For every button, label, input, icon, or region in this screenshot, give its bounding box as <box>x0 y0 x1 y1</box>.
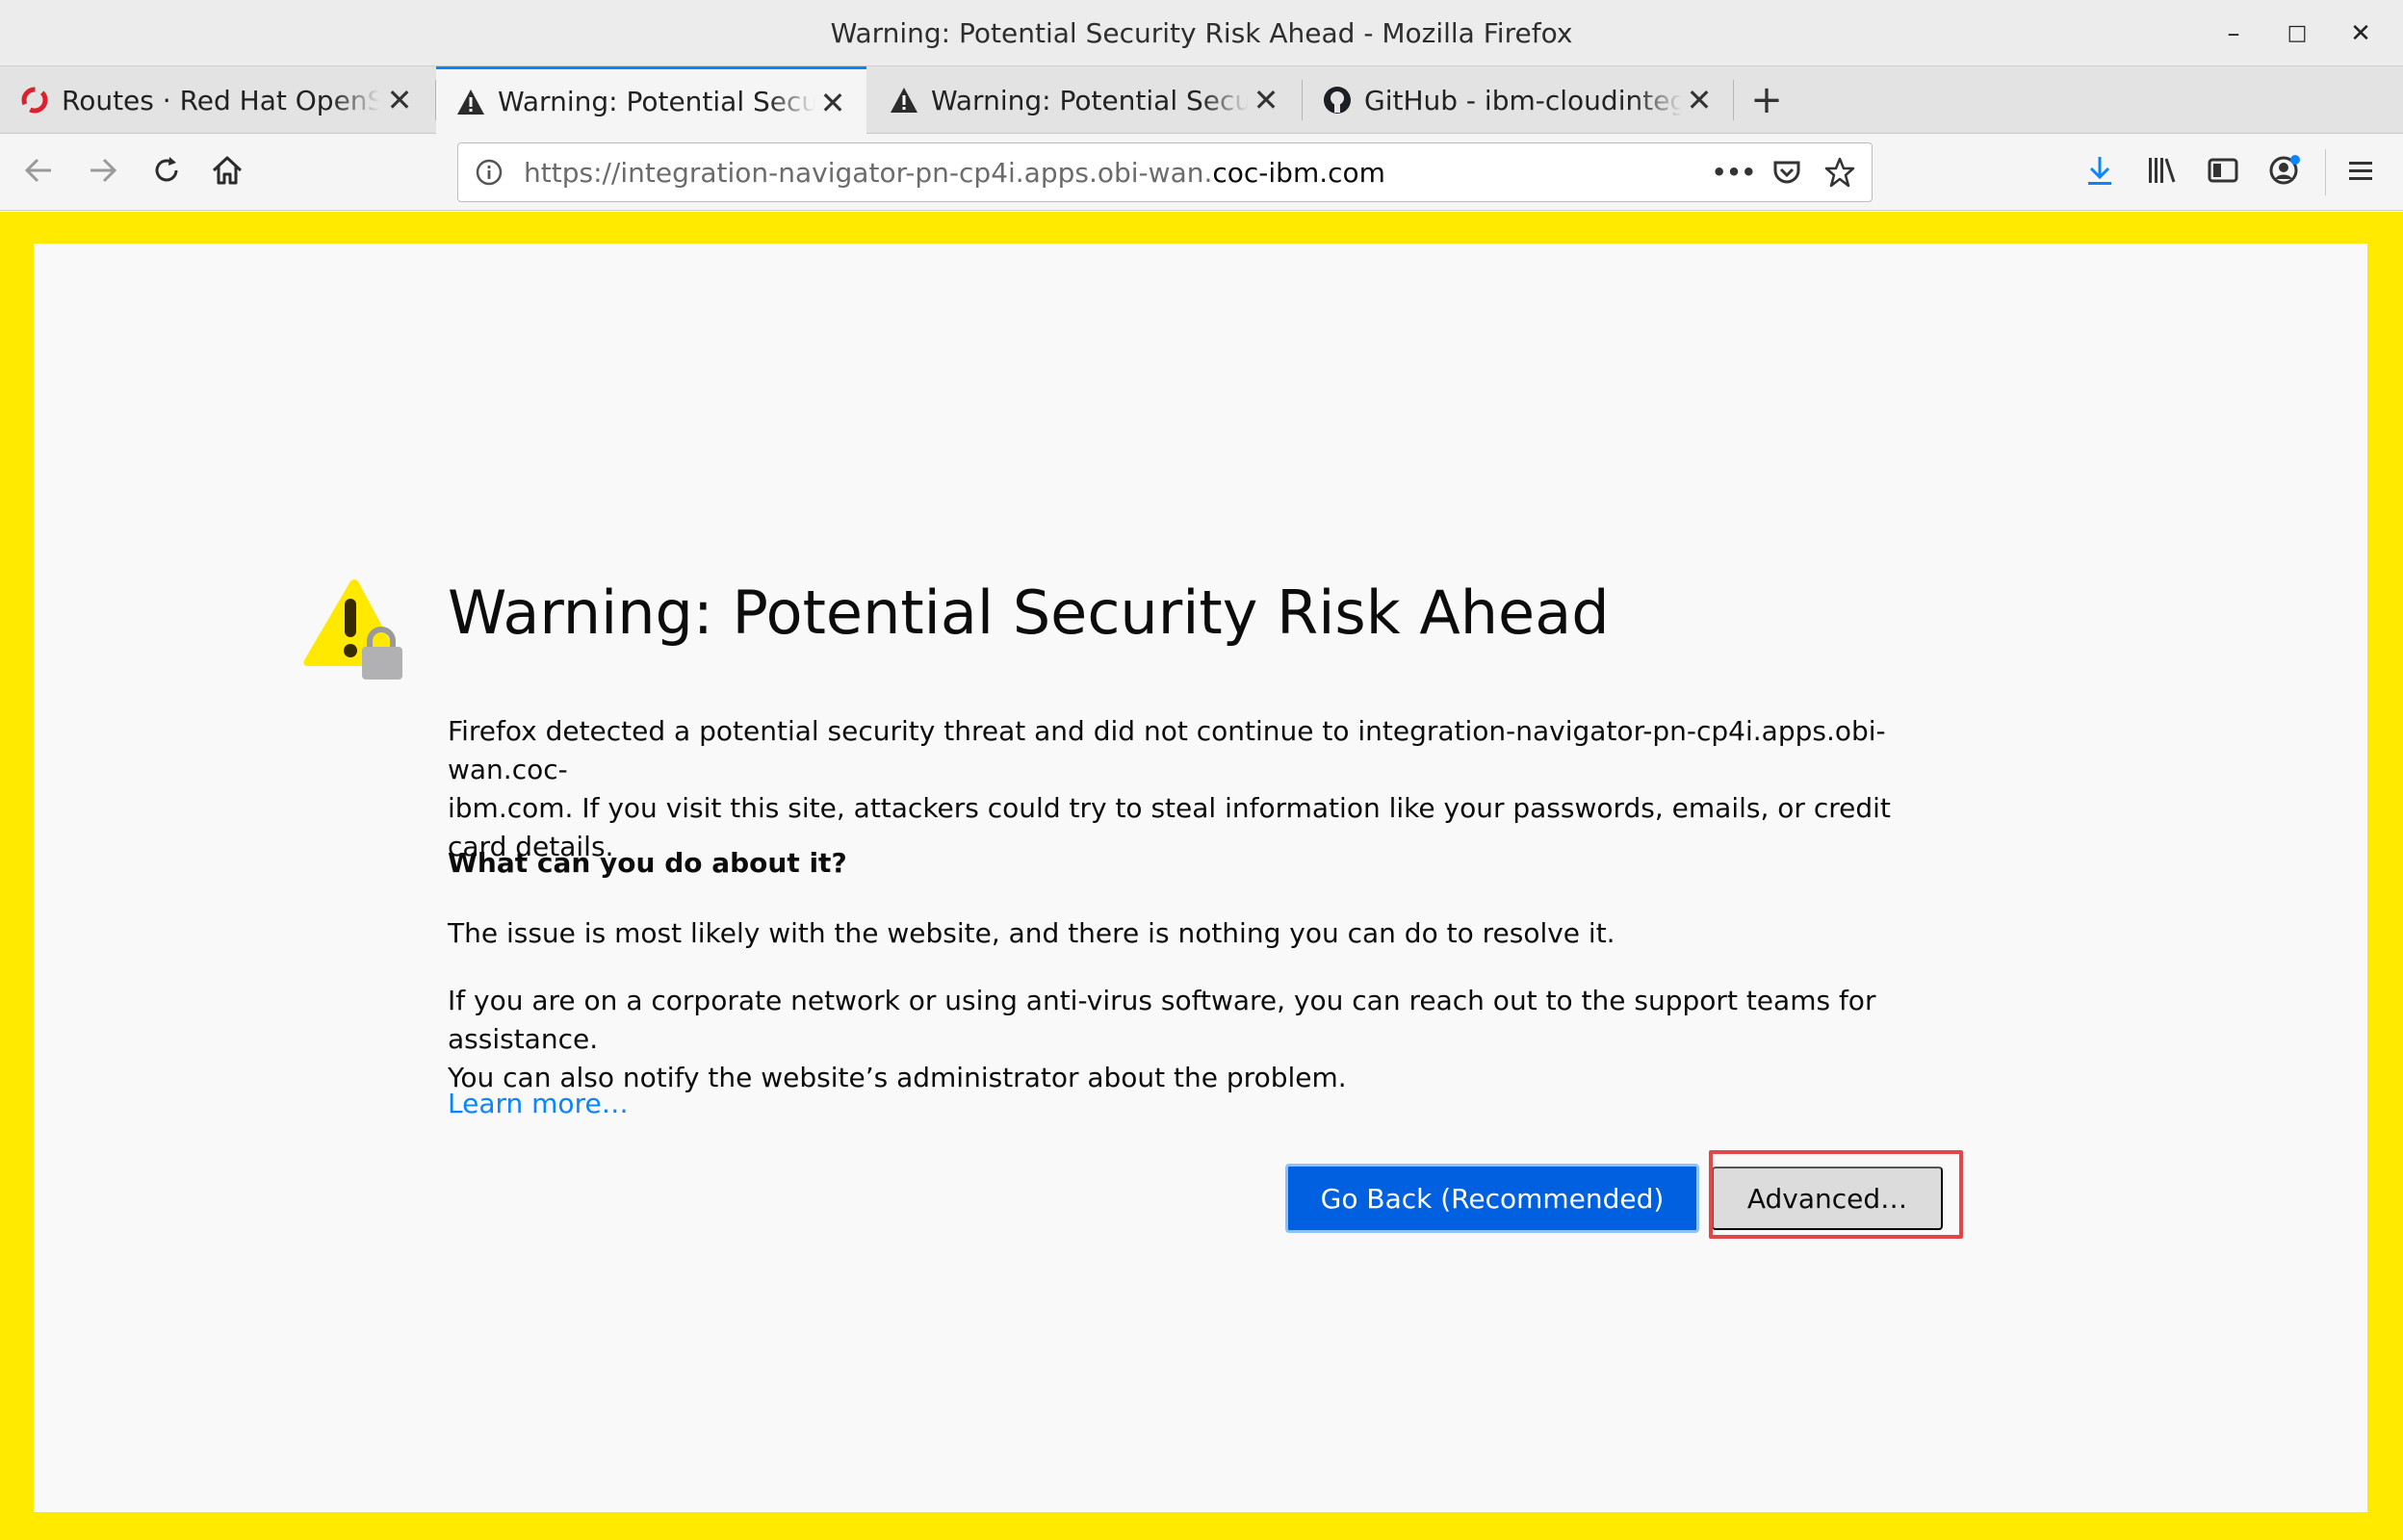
forward-button[interactable] <box>76 145 130 199</box>
intro-line: Firefox detected a potential security th… <box>448 715 1886 785</box>
account-button[interactable] <box>2258 145 2312 199</box>
sidebar-icon <box>2206 153 2240 192</box>
url-bar[interactable]: https://integration-navigator-pn-cp4i.ap… <box>457 142 1873 202</box>
tab-separator <box>1733 80 1734 120</box>
account-icon <box>2266 152 2303 192</box>
window-title: Warning: Potential Security Risk Ahead -… <box>830 16 1573 49</box>
warning-icon <box>889 85 919 116</box>
library-button[interactable] <box>2134 145 2188 199</box>
close-tab-icon[interactable]: ✕ <box>1683 82 1716 118</box>
minimize-button[interactable]: – <box>2202 0 2265 66</box>
learn-more-link[interactable]: Learn more… <box>448 1088 629 1119</box>
close-window-button[interactable]: ✕ <box>2329 0 2392 66</box>
url-prefix: https://integration-navigator-pn-cp4i.ap… <box>524 156 1213 189</box>
github-icon <box>1322 85 1353 116</box>
window-titlebar: Warning: Potential Security Risk Ahead -… <box>0 0 2403 66</box>
tab-strip: Routes · Red Hat OpenShift ✕ Warning: Po… <box>0 66 2403 134</box>
tab-warning-active[interactable]: Warning: Potential Security Risk Ahead ✕ <box>436 66 866 134</box>
what-can-you-do-heading: What can you do about it? <box>448 847 847 879</box>
pocket-icon[interactable] <box>1768 153 1806 192</box>
sidebar-button[interactable] <box>2196 145 2250 199</box>
close-tab-icon[interactable]: ✕ <box>383 82 416 118</box>
menu-button[interactable] <box>2334 145 2388 199</box>
page-actions-icon[interactable]: ••• <box>1712 153 1756 192</box>
url-text: https://integration-navigator-pn-cp4i.ap… <box>524 157 1385 189</box>
tab-label: Warning: Potential Security Risk Ahead <box>931 84 1249 116</box>
home-button[interactable] <box>200 145 254 199</box>
corporate-line: You can also notify the website’s admini… <box>448 1062 1347 1093</box>
reload-button[interactable] <box>140 145 194 199</box>
tab-label: Warning: Potential Security Risk Ahead <box>498 86 815 117</box>
reload-icon <box>149 153 184 192</box>
downloads-button[interactable] <box>2073 145 2127 199</box>
toolbar-separator <box>2325 149 2326 195</box>
annotation-highlight-box <box>1709 1150 1963 1239</box>
openshift-icon <box>19 85 50 116</box>
go-back-button[interactable]: Go Back (Recommended) <box>1285 1164 1699 1233</box>
tab-github[interactable]: GitHub - ibm-cloudintegration ✕ <box>1303 66 1733 134</box>
navigation-toolbar: https://integration-navigator-pn-cp4i.ap… <box>0 134 2403 211</box>
maximize-button[interactable]: □ <box>2265 0 2329 66</box>
tab-warning[interactable]: Warning: Potential Security Risk Ahead ✕ <box>869 66 1300 134</box>
bookmark-star-icon[interactable] <box>1821 153 1859 192</box>
new-tab-button[interactable]: + <box>1743 66 1791 134</box>
tab-label: Routes · Red Hat OpenShift <box>62 84 379 116</box>
warning-icon <box>455 87 486 117</box>
corporate-line: If you are on a corporate network or usi… <box>448 985 1876 1055</box>
back-button[interactable] <box>12 145 65 199</box>
tab-routes-openshift[interactable]: Routes · Red Hat OpenShift ✕ <box>0 66 433 134</box>
issue-paragraph: The issue is most likely with the websit… <box>448 917 1615 949</box>
back-arrow-icon <box>20 152 57 192</box>
site-info-icon[interactable] <box>474 157 504 188</box>
intro-paragraph: Firefox detected a potential security th… <box>448 712 1950 866</box>
warning-lock-icon <box>300 578 406 683</box>
forward-arrow-icon <box>85 152 121 192</box>
tab-label: GitHub - ibm-cloudintegration <box>1364 84 1682 116</box>
close-tab-icon[interactable]: ✕ <box>816 85 849 121</box>
close-tab-icon[interactable]: ✕ <box>1250 82 1282 118</box>
download-arrow-icon <box>2082 153 2117 192</box>
hamburger-menu-icon <box>2344 154 2377 191</box>
library-icon <box>2144 153 2179 192</box>
url-domain: coc-ibm.com <box>1212 156 1385 189</box>
page-title: Warning: Potential Security Risk Ahead <box>448 578 1610 648</box>
corporate-paragraph: If you are on a corporate network or usi… <box>448 982 1950 1097</box>
home-icon <box>210 153 245 192</box>
error-page-background <box>34 244 2367 1512</box>
